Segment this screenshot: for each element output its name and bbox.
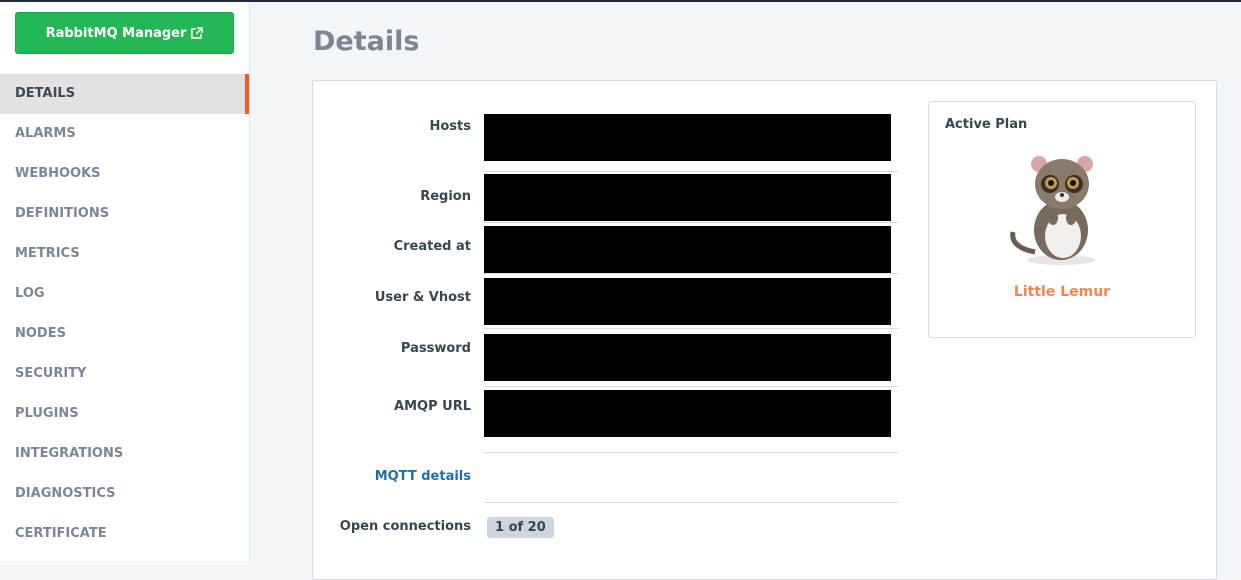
password-label: Password: [400, 341, 471, 356]
divider: [484, 386, 899, 387]
details-card: Hosts Region Created at User & Vhost Pas…: [312, 80, 1217, 580]
sidebar-item-diagnostics[interactable]: DIAGNOSTICS: [0, 474, 249, 514]
password-value-redacted: [484, 334, 891, 381]
divider: [484, 502, 899, 503]
sidebar-item-webhooks[interactable]: WEBHOOKS: [0, 154, 249, 194]
page-title: Details: [313, 26, 420, 57]
created-at-label: Created at: [393, 239, 471, 254]
sidebar-item-definitions[interactable]: DEFINITIONS: [0, 194, 249, 234]
sidebar-item-metrics[interactable]: METRICS: [0, 234, 249, 274]
hosts-value-redacted: [484, 114, 891, 161]
sidebar-nav: DETAILS ALARMS WEBHOOKS DEFINITIONS METR…: [0, 74, 249, 554]
sidebar-item-certificate[interactable]: CERTIFICATE: [0, 514, 249, 554]
connections-badge: 1 of 20: [487, 517, 554, 538]
manager-button-label: RabbitMQ Manager: [45, 25, 187, 41]
divider: [484, 171, 899, 172]
sidebar-item-plugins[interactable]: PLUGINS: [0, 394, 249, 434]
region-label: Region: [420, 189, 471, 204]
sidebar-item-integrations[interactable]: INTEGRATIONS: [0, 434, 249, 474]
sidebar-item-details[interactable]: DETAILS: [0, 74, 249, 114]
external-link-icon: [191, 26, 204, 39]
created-at-value-redacted: [484, 226, 891, 273]
sidebar-item-alarms[interactable]: ALARMS: [0, 114, 249, 154]
open-connections-label: Open connections: [339, 519, 471, 534]
amqp-url-value-redacted: [484, 390, 891, 437]
divider: [484, 328, 899, 329]
user-vhost-value-redacted: [484, 278, 891, 325]
user-vhost-label: User & Vhost: [374, 290, 471, 305]
active-plan-heading: Active Plan: [945, 117, 1028, 132]
divider: [484, 222, 899, 223]
divider: [484, 452, 899, 453]
plan-name: Little Lemur: [1013, 284, 1111, 300]
active-plan-box: Active Plan Little Lemur: [928, 101, 1196, 338]
sidebar: RabbitMQ Manager DETAILS ALARMS WEBHOOKS…: [0, 2, 250, 561]
lemur-mascot-icon: [1010, 156, 1095, 265]
region-value-redacted: [484, 174, 891, 221]
amqp-url-label: AMQP URL: [394, 399, 471, 414]
sidebar-item-nodes[interactable]: NODES: [0, 314, 249, 354]
sidebar-item-log[interactable]: LOG: [0, 274, 249, 314]
sidebar-item-security[interactable]: SECURITY: [0, 354, 249, 394]
mqtt-details-link[interactable]: MQTT details: [375, 469, 471, 484]
rabbitmq-manager-button[interactable]: RabbitMQ Manager: [15, 12, 234, 54]
divider: [484, 273, 899, 274]
hosts-label: Hosts: [429, 119, 471, 134]
